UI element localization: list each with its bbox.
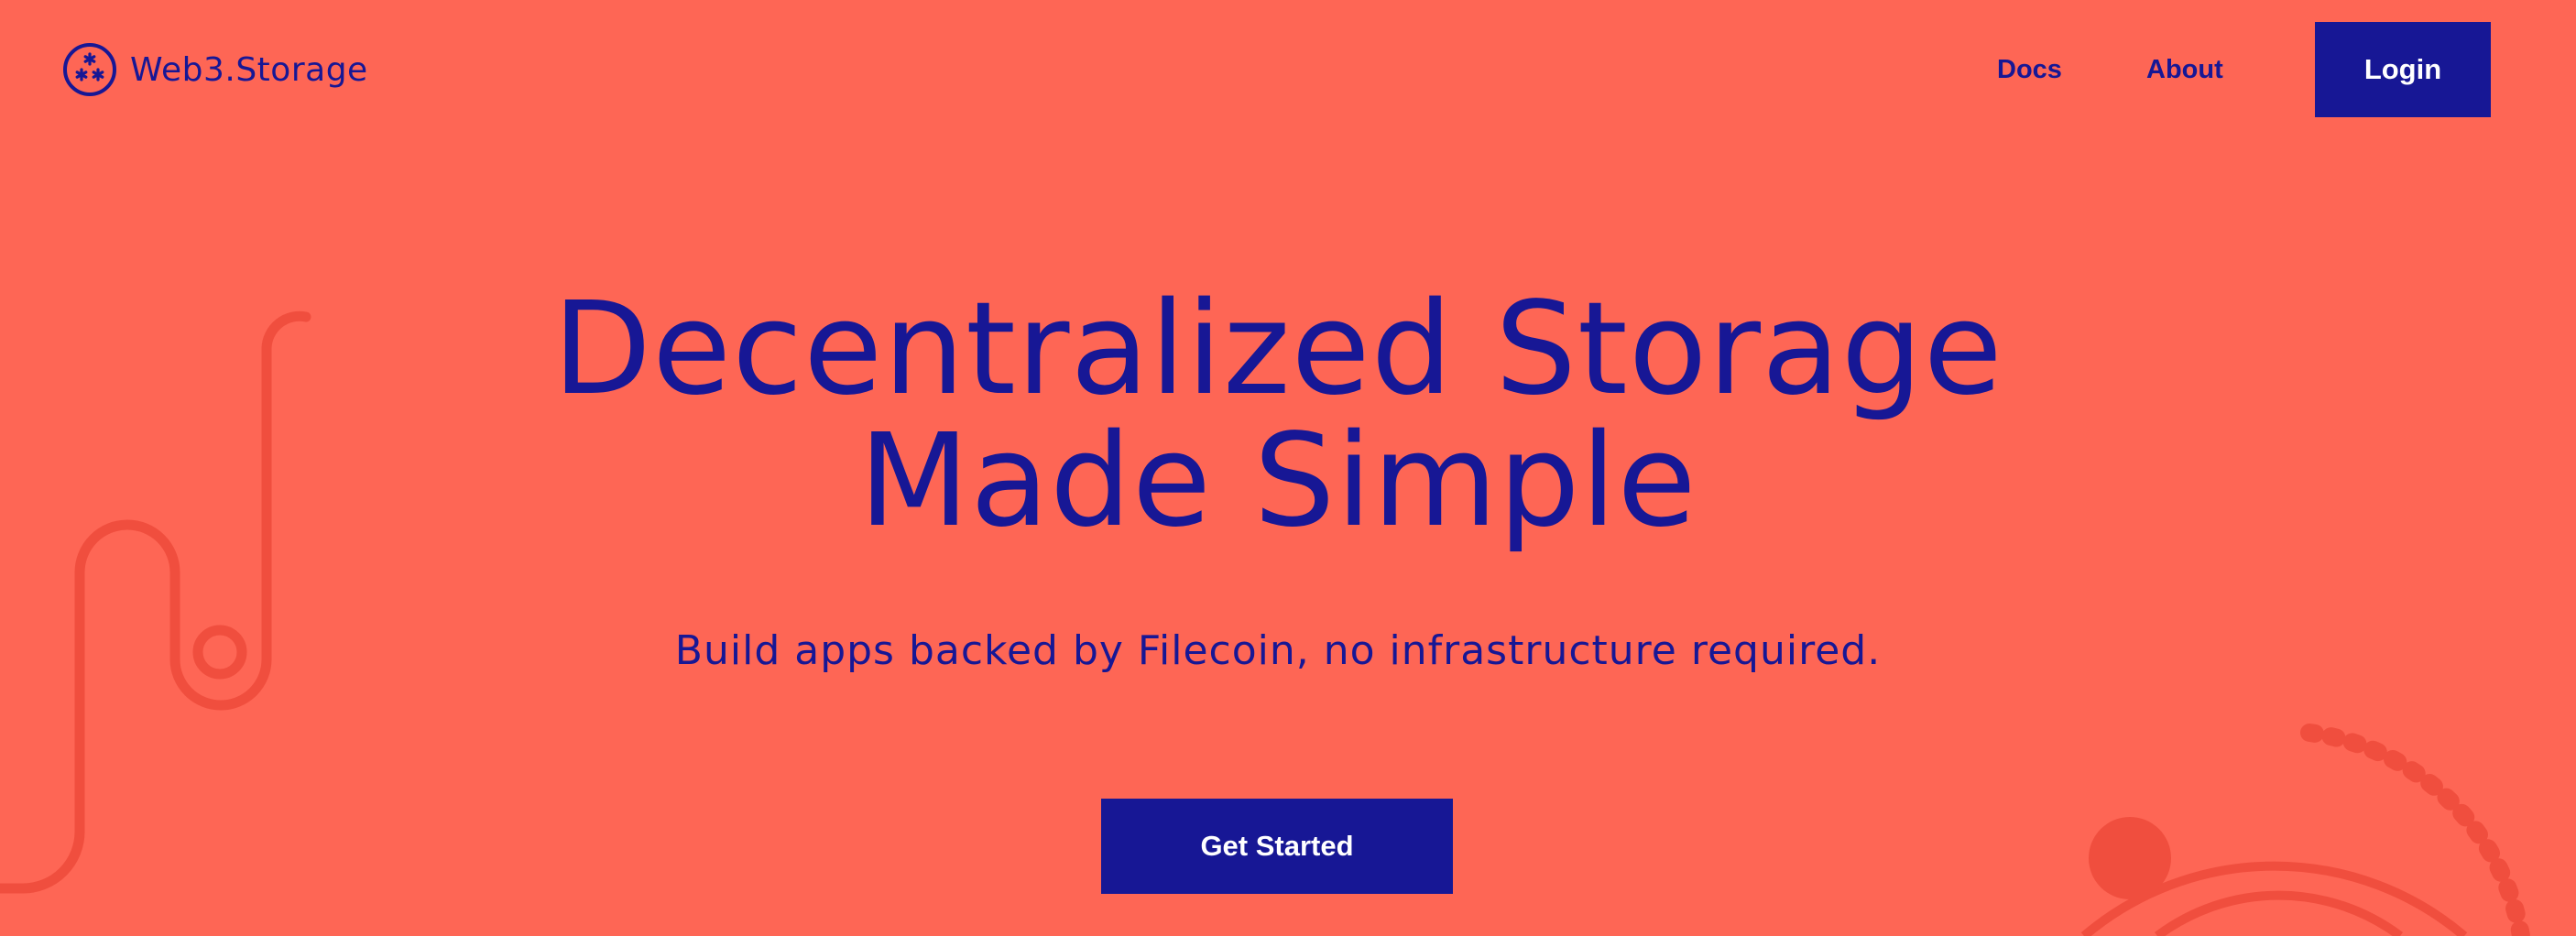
hero-subtitle: Build apps backed by Filecoin, no infras…: [674, 627, 1882, 674]
hero-title-line-2: Made Simple: [858, 407, 1697, 556]
hero-section: Decentralized Storage Made Simple Build …: [0, 0, 2576, 936]
hero-title-line-1: Decentralized Storage: [552, 275, 2003, 424]
get-started-button[interactable]: Get Started: [1101, 799, 1453, 894]
hero-title: Decentralized Storage Made Simple: [0, 284, 2556, 548]
